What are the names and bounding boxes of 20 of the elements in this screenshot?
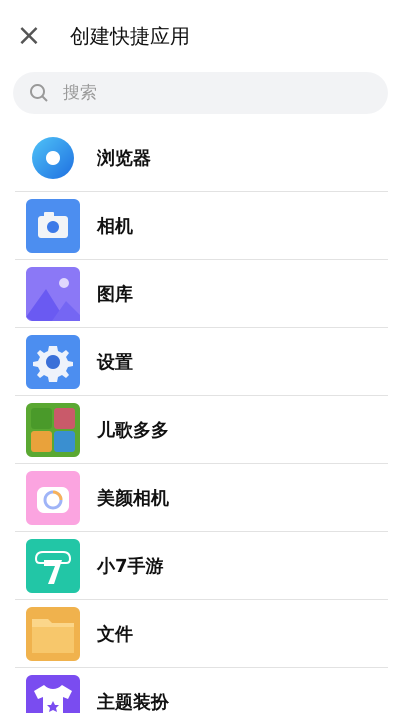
- search-icon: [29, 83, 49, 103]
- page-title: 创建快捷应用: [70, 22, 190, 50]
- app-item[interactable]: 相机: [15, 192, 388, 260]
- app-item[interactable]: 小7手游: [15, 532, 388, 600]
- app-item[interactable]: 设置: [15, 328, 388, 396]
- folder-icon: [26, 606, 80, 660]
- app-item[interactable]: 浏览器: [15, 124, 388, 192]
- app-item[interactable]: 图库: [15, 260, 388, 328]
- tiles-icon: [26, 402, 80, 456]
- app-item[interactable]: 美颜相机: [15, 464, 388, 532]
- close-button[interactable]: ×: [15, 21, 43, 51]
- app-item[interactable]: 主题装扮: [15, 668, 388, 713]
- gear-icon: [26, 334, 80, 388]
- search-field[interactable]: 搜索: [13, 72, 388, 114]
- camera-icon: [26, 198, 80, 252]
- app-item[interactable]: 儿歌多多: [15, 396, 388, 464]
- mountain-icon: [26, 266, 80, 320]
- app-item[interactable]: 文件: [15, 600, 388, 668]
- gamepad-icon: [26, 538, 80, 592]
- camera-icon: [26, 470, 80, 524]
